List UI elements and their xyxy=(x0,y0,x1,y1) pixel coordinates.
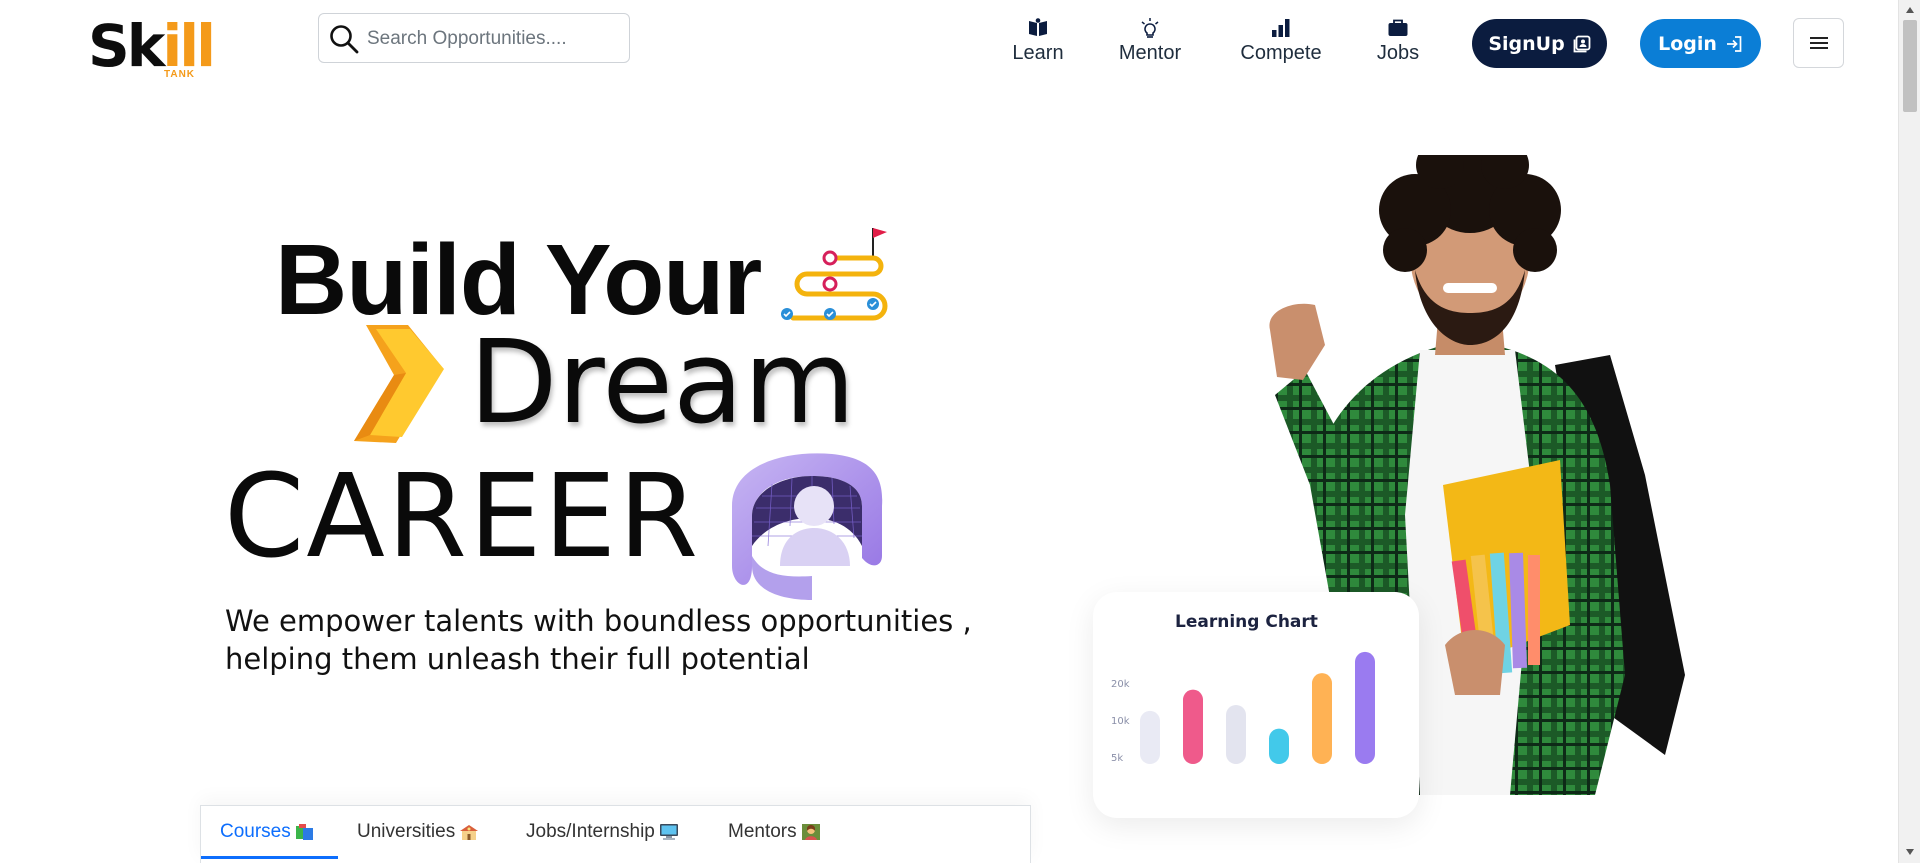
nav-mentor[interactable]: Mentor xyxy=(1115,18,1185,70)
nav-jobs[interactable]: Jobs xyxy=(1376,18,1420,70)
teacher-icon xyxy=(801,824,820,840)
opportunity-tabs: Courses Universities Jobs/Internship Men… xyxy=(200,805,1031,863)
logo-subtext: TANK xyxy=(164,69,196,80)
nav-jobs-label: Jobs xyxy=(1376,42,1420,64)
search-box[interactable] xyxy=(318,13,630,63)
chart-bar xyxy=(1140,710,1160,764)
learning-bar-chart: 20k 10k 5k xyxy=(1111,651,1375,764)
tab-jobs-internship[interactable]: Jobs/Internship xyxy=(526,806,679,858)
chart-bar xyxy=(1226,705,1246,764)
chart-bar xyxy=(1183,689,1203,764)
briefcase-icon xyxy=(1388,19,1408,36)
hamburger-icon xyxy=(1809,37,1828,49)
roadmap-illustration xyxy=(781,228,888,321)
hamburger-menu-button[interactable] xyxy=(1793,18,1844,68)
signup-button[interactable]: SignUp xyxy=(1472,19,1607,68)
login-button[interactable]: Login xyxy=(1640,19,1761,68)
login-label: Login xyxy=(1658,32,1717,55)
register-icon xyxy=(1573,35,1591,52)
scrollbar-thumb[interactable] xyxy=(1903,20,1917,112)
active-tab-indicator xyxy=(201,856,338,859)
skilltank-logo[interactable]: Skill TANK xyxy=(88,14,216,80)
hero-heading-line3: CAREER xyxy=(224,450,701,584)
school-icon xyxy=(460,825,479,840)
chart-bar xyxy=(1312,673,1332,764)
chart-y-tick: 5k xyxy=(1111,753,1123,764)
nav-mentor-label: Mentor xyxy=(1118,42,1182,64)
chart-bar xyxy=(1269,728,1289,764)
chart-y-tick: 20k xyxy=(1111,679,1130,690)
nav-learn[interactable]: Learn xyxy=(1010,18,1066,70)
search-input[interactable] xyxy=(367,22,622,55)
bulb-icon xyxy=(1141,18,1159,38)
top-navbar: Skill TANK Learn Mentor xyxy=(0,0,1898,86)
nav-compete[interactable]: Compete xyxy=(1237,18,1325,70)
scroll-up-arrow-icon[interactable] xyxy=(1905,6,1915,14)
search-icon[interactable] xyxy=(328,23,360,55)
tab-mentors[interactable]: Mentors xyxy=(728,806,821,858)
chart-bar xyxy=(1355,651,1375,764)
bar-chart-icon xyxy=(1272,19,1290,37)
tab-jobs-internship-label: Jobs/Internship xyxy=(526,821,655,842)
nav-compete-label: Compete xyxy=(1240,42,1322,64)
computer-icon xyxy=(659,824,678,840)
page-scrollbar[interactable] xyxy=(1898,0,1920,863)
nav-learn-label: Learn xyxy=(1012,42,1064,64)
tab-universities[interactable]: Universities xyxy=(357,806,479,858)
chevron-3d-illustration xyxy=(354,325,444,443)
signup-label: SignUp xyxy=(1488,32,1565,55)
tab-universities-label: Universities xyxy=(357,821,456,842)
tab-mentors-label: Mentors xyxy=(728,821,797,842)
learning-chart-card: Learning Chart 20k 10k 5k xyxy=(1093,592,1419,818)
hero-heading-line2: Dream xyxy=(469,316,856,450)
book-icon xyxy=(1029,18,1047,36)
chart-y-tick: 10k xyxy=(1111,716,1130,727)
books-icon xyxy=(295,824,313,840)
login-icon xyxy=(1726,35,1742,52)
tab-courses[interactable]: Courses xyxy=(220,806,315,858)
tab-courses-label: Courses xyxy=(220,821,291,842)
scroll-down-arrow-icon[interactable] xyxy=(1905,848,1915,856)
hero-subtitle: We empower talents with boundless opport… xyxy=(225,604,972,676)
ring-avatar-illustration xyxy=(732,453,883,600)
